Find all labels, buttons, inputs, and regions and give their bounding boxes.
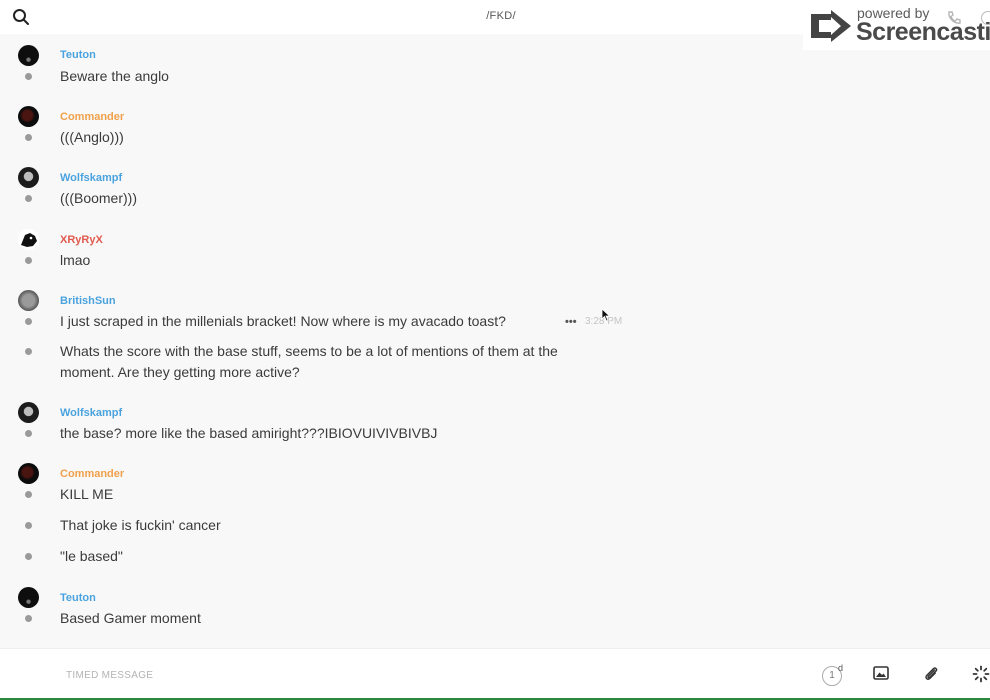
message-username[interactable]: Commander	[60, 111, 124, 123]
message-text: That joke is fuckin' cancer	[60, 517, 221, 533]
message-composer: 1 d	[0, 648, 990, 700]
message-status-dot	[25, 615, 32, 622]
message-username[interactable]: Wolfskampf	[60, 172, 122, 184]
message-username[interactable]: Teuton	[60, 592, 96, 604]
message-status-dot	[25, 491, 32, 498]
message-text: KILL ME	[60, 486, 114, 502]
paperclip-icon[interactable]	[922, 665, 940, 688]
message-status-dot	[25, 318, 32, 325]
info-icon[interactable]	[981, 11, 990, 25]
message-username[interactable]: Commander	[60, 468, 124, 480]
message-status-dot	[25, 73, 32, 80]
message-text: (((Anglo)))	[60, 129, 124, 145]
message-text: the base? more like the based amiright??…	[60, 425, 438, 441]
message-status-dot	[25, 522, 32, 529]
message-text: Whats the score with the base stuff, see…	[60, 343, 558, 380]
message-username[interactable]: Teuton	[60, 49, 96, 61]
message-text: "le based"	[60, 548, 123, 564]
avatar[interactable]	[18, 106, 39, 127]
message-status-dot	[25, 195, 32, 202]
message-username[interactable]: Wolfskampf	[60, 407, 122, 419]
message-text: I just scraped in the millenials bracket…	[60, 313, 506, 329]
message-list: Teuton Beware the anglo Commander (((Ang…	[0, 34, 990, 648]
avatar[interactable]	[18, 290, 39, 311]
loading-spinner-icon[interactable]	[972, 665, 990, 688]
message-text: lmao	[60, 252, 91, 268]
timer-unit-label: d	[838, 663, 844, 673]
message-status-dot	[25, 348, 32, 355]
avatar[interactable]	[18, 402, 39, 423]
message-text: Beware the anglo	[60, 68, 169, 84]
message-text: (((Boomer)))	[60, 190, 137, 206]
message-more-options-icon[interactable]: •••	[565, 316, 577, 328]
avatar[interactable]	[18, 587, 39, 608]
message-status-dot	[25, 134, 32, 141]
message-text: Based Gamer moment	[60, 610, 201, 626]
message-status-dot	[25, 553, 32, 560]
message-status-dot	[25, 257, 32, 264]
mouse-pointer-icon	[601, 308, 611, 327]
avatar[interactable]	[18, 167, 39, 188]
image-upload-icon[interactable]	[873, 665, 889, 686]
avatar[interactable]	[18, 45, 39, 66]
message-status-dot	[25, 430, 32, 437]
avatar[interactable]	[18, 229, 39, 250]
timed-message-input[interactable]	[66, 665, 666, 685]
message-username[interactable]: XRyRyX	[60, 234, 103, 246]
phone-icon[interactable]	[946, 10, 962, 31]
message-username[interactable]: BritishSun	[60, 295, 116, 307]
avatar[interactable]	[18, 463, 39, 484]
